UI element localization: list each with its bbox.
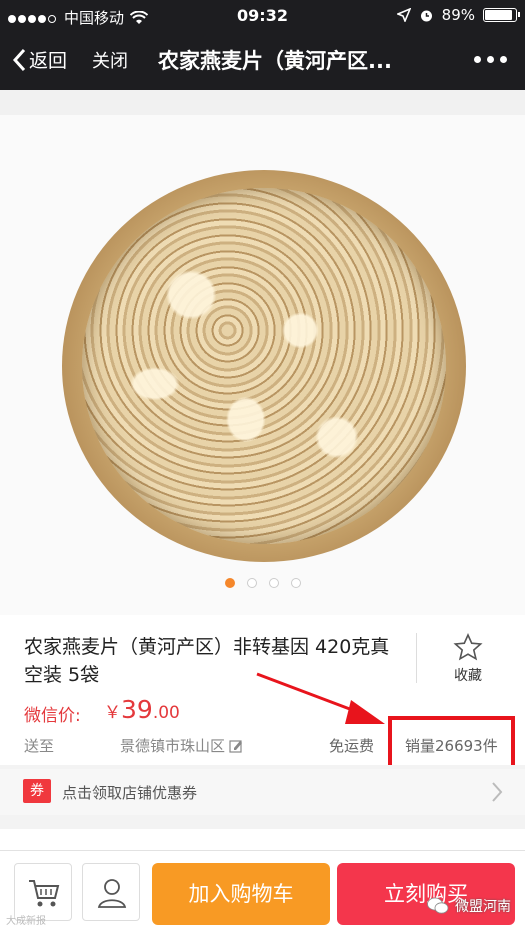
edit-icon [229, 739, 243, 753]
more-dot-icon [487, 56, 494, 63]
bottom-action-bar: 加入购物车 立刻购买 [0, 850, 525, 930]
price-integer: 39 [121, 695, 153, 724]
more-dot-icon [474, 56, 481, 63]
wechat-icon [427, 897, 449, 914]
location-text: 景德镇市珠山区 [120, 737, 226, 755]
annotation-arrow-icon [256, 672, 385, 724]
pagination-dot[interactable] [246, 578, 257, 588]
price: ￥39.00 [104, 695, 180, 724]
location-arrow-icon [396, 8, 411, 22]
more-menu-button[interactable] [474, 56, 507, 63]
navigation-bar: 返回 关闭 农家燕麦片（黄河产区... [0, 32, 525, 90]
price-label: 微信价: [24, 706, 81, 726]
status-bar: 中国移动 09:32 89% [0, 0, 525, 32]
watermark-right: 微盟河南 [427, 896, 511, 916]
close-button[interactable]: 关闭 [92, 47, 128, 73]
add-to-cart-button[interactable]: 加入购物车 [152, 863, 330, 925]
location-selector[interactable]: 景德镇市珠山区 [120, 735, 243, 756]
battery-icon [483, 8, 520, 22]
coupon-text: 点击领取店铺优惠券 [62, 784, 198, 802]
chevron-left-icon [12, 48, 26, 71]
page-title: 农家燕麦片（黄河产区... [158, 49, 392, 73]
gallery-pagination [0, 578, 525, 588]
watermark-left: 大成新报 [6, 916, 46, 927]
back-button[interactable]: 返回 [12, 46, 67, 73]
coupon-tag: 券 [23, 779, 51, 803]
oats-texture [82, 188, 446, 544]
oat-bowl-image [62, 170, 466, 562]
divider [416, 633, 417, 683]
user-icon [97, 879, 127, 908]
battery-percent: 89% [441, 6, 475, 24]
more-dot-icon [500, 56, 507, 63]
user-button[interactable] [82, 863, 140, 921]
product-photo[interactable] [0, 115, 525, 615]
cart-icon [29, 880, 60, 907]
alarm-icon [420, 10, 432, 21]
shipping-fee: 免运费 [329, 737, 375, 755]
currency-symbol: ￥ [104, 703, 121, 723]
favorite-label: 收藏 [454, 668, 482, 684]
pagination-dot[interactable] [224, 578, 235, 588]
back-label: 返回 [29, 50, 68, 72]
watermark-right-text: 微盟河南 [455, 899, 511, 915]
status-right: 89% [396, 6, 520, 24]
favorite-button[interactable]: 收藏 [438, 633, 498, 685]
chevron-right-icon [492, 782, 503, 802]
ship-to-label: 送至 [24, 737, 55, 755]
coupon-row[interactable]: 券 点击领取店铺优惠券 [0, 769, 525, 815]
pagination-dot[interactable] [290, 578, 301, 588]
pagination-dot[interactable] [268, 578, 279, 588]
price-decimal: .00 [152, 703, 180, 723]
star-icon [453, 633, 483, 661]
product-image-gallery[interactable] [0, 90, 525, 615]
annotation-highlight-box [388, 716, 515, 771]
section-gap [0, 815, 525, 829]
